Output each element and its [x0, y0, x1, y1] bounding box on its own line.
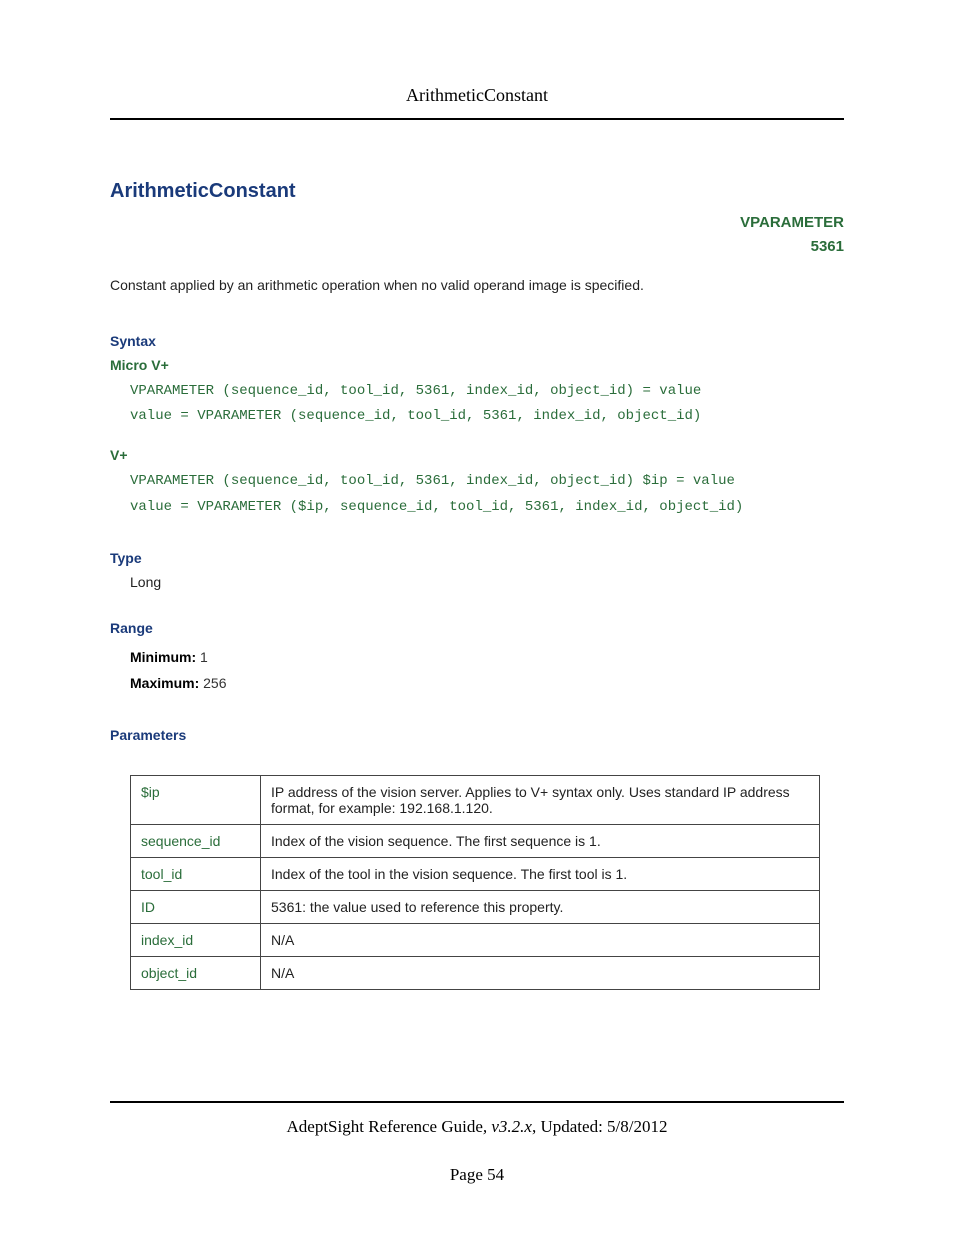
param-desc: IP address of the vision server. Applies…: [261, 775, 820, 824]
footer-text: AdeptSight Reference Guide, v3.2.x, Upda…: [110, 1117, 844, 1137]
summary-text: Constant applied by an arithmetic operat…: [110, 277, 844, 293]
max-value: 256: [203, 675, 226, 691]
vparameter-badge: VPARAMETER 5361: [110, 211, 844, 259]
table-row: object_id N/A: [131, 956, 820, 989]
param-desc: N/A: [261, 923, 820, 956]
footer-guide: AdeptSight Reference Guide: [287, 1117, 483, 1136]
vparameter-code: 5361: [110, 235, 844, 259]
running-header: ArithmeticConstant: [110, 85, 844, 106]
page-title: ArithmeticConstant: [110, 180, 844, 203]
min-label: Minimum:: [130, 649, 196, 665]
footer-version: , v3.2.x: [483, 1117, 532, 1136]
range-heading: Range: [110, 620, 844, 636]
table-row: tool_id Index of the tool in the vision …: [131, 857, 820, 890]
page-footer: AdeptSight Reference Guide, v3.2.x, Upda…: [110, 1101, 844, 1185]
param-name: $ip: [131, 775, 261, 824]
type-heading: Type: [110, 550, 844, 566]
vplus-label: V+: [110, 447, 844, 463]
table-row: $ip IP address of the vision server. App…: [131, 775, 820, 824]
table-row: ID 5361: the value used to reference thi…: [131, 890, 820, 923]
param-name: sequence_id: [131, 824, 261, 857]
code-line: VPARAMETER (sequence_id, tool_id, 5361, …: [130, 473, 735, 489]
param-desc: Index of the tool in the vision sequence…: [261, 857, 820, 890]
footer-rule: [110, 1101, 844, 1103]
table-row: index_id N/A: [131, 923, 820, 956]
footer-updated: , Updated: 5/8/2012: [532, 1117, 668, 1136]
min-value: 1: [200, 649, 208, 665]
param-desc: 5361: the value used to reference this p…: [261, 890, 820, 923]
range-block: Minimum: 1 Maximum: 256: [130, 644, 844, 697]
parameters-table: $ip IP address of the vision server. App…: [130, 775, 820, 990]
code-line: value = VPARAMETER ($ip, sequence_id, to…: [130, 499, 743, 515]
parameters-heading: Parameters: [110, 727, 844, 743]
code-line: value = VPARAMETER (sequence_id, tool_id…: [130, 408, 701, 424]
micro-vplus-code: VPARAMETER (sequence_id, tool_id, 5361, …: [130, 379, 844, 429]
param-name: index_id: [131, 923, 261, 956]
vplus-code: VPARAMETER (sequence_id, tool_id, 5361, …: [130, 469, 844, 519]
type-value: Long: [130, 574, 844, 590]
range-min: Minimum: 1: [130, 644, 844, 671]
page-number: Page 54: [110, 1165, 844, 1185]
param-desc: Index of the vision sequence. The first …: [261, 824, 820, 857]
param-name: object_id: [131, 956, 261, 989]
code-line: VPARAMETER (sequence_id, tool_id, 5361, …: [130, 383, 701, 399]
vparameter-label: VPARAMETER: [110, 211, 844, 235]
param-desc: N/A: [261, 956, 820, 989]
param-name: tool_id: [131, 857, 261, 890]
param-name: ID: [131, 890, 261, 923]
micro-vplus-label: Micro V+: [110, 357, 844, 373]
table-row: sequence_id Index of the vision sequence…: [131, 824, 820, 857]
syntax-heading: Syntax: [110, 333, 844, 349]
range-max: Maximum: 256: [130, 670, 844, 697]
max-label: Maximum:: [130, 675, 199, 691]
header-rule: [110, 118, 844, 120]
